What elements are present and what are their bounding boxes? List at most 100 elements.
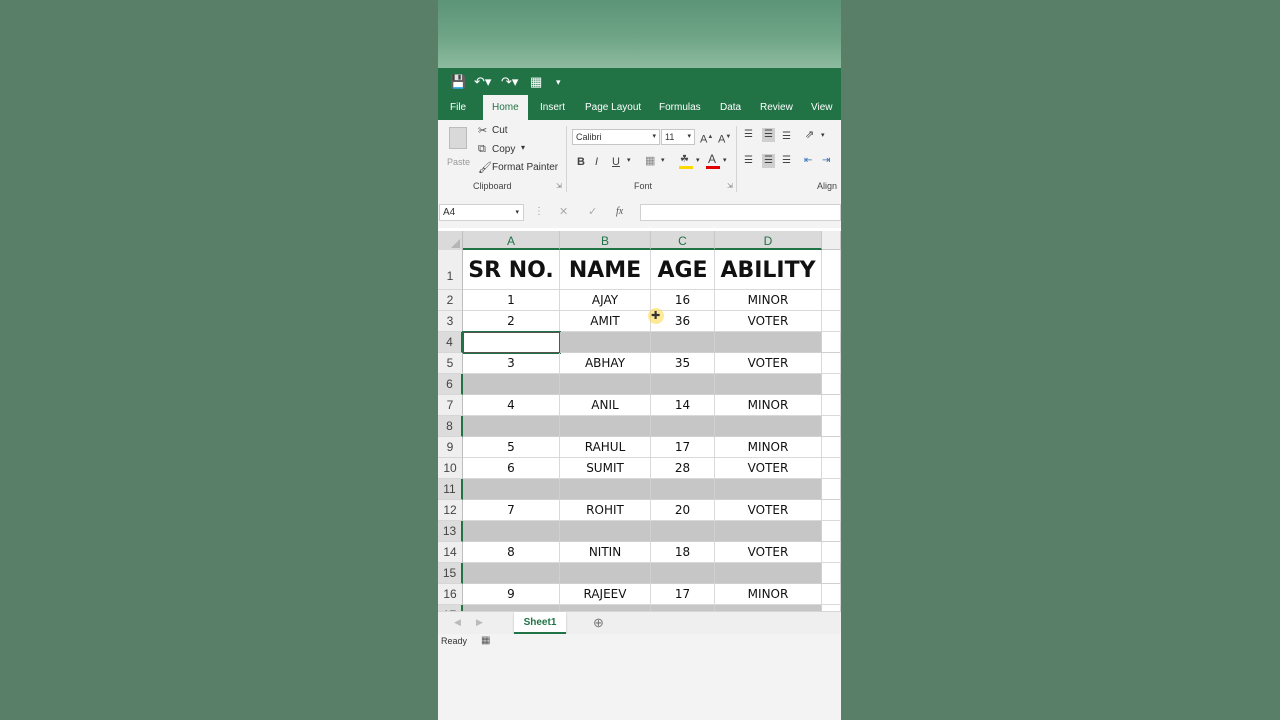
new-sheet-icon[interactable]: ⊕ <box>593 615 604 631</box>
dialog-launcher-icon[interactable]: ⇲ <box>727 182 733 190</box>
bold-button[interactable]: B <box>577 155 585 169</box>
cell-b14[interactable]: NITIN <box>560 542 651 563</box>
sheet-tab-sheet1[interactable]: Sheet1 <box>514 612 566 634</box>
cell-d11[interactable] <box>715 479 822 500</box>
row-header[interactable]: 15 <box>438 563 463 584</box>
align-left-icon[interactable]: ☰ <box>744 154 753 168</box>
row-header[interactable]: 7 <box>438 395 463 416</box>
cell-d2[interactable]: MINOR <box>715 290 822 311</box>
cell-c9[interactable]: 17 <box>651 437 715 458</box>
cell-b4[interactable] <box>560 332 651 353</box>
cell-a5[interactable]: 3 <box>463 353 560 374</box>
cell-b16[interactable]: RAJEEV <box>560 584 651 605</box>
align-right-icon[interactable]: ☰ <box>782 154 791 168</box>
cell-e3[interactable] <box>822 311 841 332</box>
insert-function-icon[interactable]: fx <box>616 206 623 217</box>
cell-c13[interactable] <box>651 521 715 542</box>
fill-color-icon[interactable]: ☘ <box>679 153 693 169</box>
cell-e9[interactable] <box>822 437 841 458</box>
cell-b10[interactable]: SUMIT <box>560 458 651 479</box>
column-header-c[interactable]: C <box>651 231 715 250</box>
cell-d7[interactable]: MINOR <box>715 395 822 416</box>
row-header[interactable]: 12 <box>438 500 463 521</box>
redo-icon[interactable]: ↷▾ <box>501 73 518 91</box>
cell-a15[interactable] <box>463 563 560 584</box>
cell-b1[interactable]: NAME <box>560 250 651 290</box>
cell-b5[interactable]: ABHAY <box>560 353 651 374</box>
align-middle-icon[interactable]: ☰ <box>762 128 775 142</box>
row-header[interactable]: 16 <box>438 584 463 605</box>
fill-dropdown-icon[interactable]: ▾ <box>696 156 700 164</box>
tab-file[interactable]: File <box>450 95 466 120</box>
row-header[interactable]: 9 <box>438 437 463 458</box>
column-header-a[interactable]: A <box>463 231 560 250</box>
cell-e15[interactable] <box>822 563 841 584</box>
cell-c14[interactable]: 18 <box>651 542 715 563</box>
row-header[interactable]: 6 <box>438 374 463 395</box>
row-header[interactable]: 13 <box>438 521 463 542</box>
cell-e6[interactable] <box>822 374 841 395</box>
select-all-corner[interactable] <box>438 231 463 250</box>
cell-c5[interactable]: 35 <box>651 353 715 374</box>
cell-e14[interactable] <box>822 542 841 563</box>
cell-b12[interactable]: ROHIT <box>560 500 651 521</box>
prev-sheet-icon[interactable]: ◀ <box>454 617 461 628</box>
font-size-select[interactable]: 11 ▾ <box>661 129 695 145</box>
cell-b7[interactable]: ANIL <box>560 395 651 416</box>
row-header[interactable]: 2 <box>438 290 463 311</box>
cell-a11[interactable] <box>463 479 560 500</box>
cell-c6[interactable] <box>651 374 715 395</box>
cell-e13[interactable] <box>822 521 841 542</box>
dialog-launcher-icon[interactable]: ⇲ <box>556 182 562 190</box>
cell-b11[interactable] <box>560 479 651 500</box>
borders-dropdown-icon[interactable]: ▾ <box>661 156 665 164</box>
row-header[interactable]: 8 <box>438 416 463 437</box>
undo-icon[interactable]: ↶▾ <box>474 73 491 91</box>
cell-c7[interactable]: 14 <box>651 395 715 416</box>
underline-dropdown-icon[interactable]: ▾ <box>627 156 631 164</box>
cell-d15[interactable] <box>715 563 822 584</box>
cell-b2[interactable]: AJAY <box>560 290 651 311</box>
cell-c15[interactable] <box>651 563 715 584</box>
cell-a1[interactable]: SR NO. <box>463 250 560 290</box>
align-top-icon[interactable]: ☰ <box>744 128 753 142</box>
orientation-icon[interactable]: ⇗ <box>805 128 814 142</box>
cell-d1[interactable]: ABILITY <box>715 250 822 290</box>
cell-b15[interactable] <box>560 563 651 584</box>
cell-a7[interactable]: 4 <box>463 395 560 416</box>
cut-button[interactable]: Cut <box>492 125 508 136</box>
cell-a6[interactable] <box>463 374 560 395</box>
cell-c8[interactable] <box>651 416 715 437</box>
macro-record-icon[interactable]: ▦ <box>481 635 490 646</box>
tab-home[interactable]: Home <box>483 95 528 120</box>
format-painter-button[interactable]: Format Painter <box>492 162 558 173</box>
cell-a13[interactable] <box>463 521 560 542</box>
font-name-select[interactable]: Calibri ▾ <box>572 129 660 145</box>
cell-c4[interactable] <box>651 332 715 353</box>
cell-d5[interactable]: VOTER <box>715 353 822 374</box>
cell-c16[interactable]: 17 <box>651 584 715 605</box>
cell-d10[interactable]: VOTER <box>715 458 822 479</box>
cell-b13[interactable] <box>560 521 651 542</box>
tab-review[interactable]: Review <box>760 95 793 120</box>
row-header[interactable]: 11 <box>438 479 463 500</box>
cell-c10[interactable]: 28 <box>651 458 715 479</box>
save-icon[interactable]: 💾 <box>450 73 466 91</box>
cell-b9[interactable]: RAHUL <box>560 437 651 458</box>
cell-b3[interactable]: AMIT <box>560 311 651 332</box>
cell-d12[interactable]: VOTER <box>715 500 822 521</box>
cell-a9[interactable]: 5 <box>463 437 560 458</box>
cell-d9[interactable]: MINOR <box>715 437 822 458</box>
decrease-indent-icon[interactable]: ⇤ <box>804 154 812 168</box>
name-box[interactable]: A4 ▾ <box>439 204 524 221</box>
cell-d13[interactable] <box>715 521 822 542</box>
align-center-icon[interactable]: ☰ <box>762 154 775 168</box>
cell-a2[interactable]: 1 <box>463 290 560 311</box>
cell-a12[interactable]: 7 <box>463 500 560 521</box>
copy-button[interactable]: Copy <box>492 144 515 155</box>
cell-e16[interactable] <box>822 584 841 605</box>
orientation-dropdown-icon[interactable]: ▾ <box>821 131 825 139</box>
copy-dropdown-icon[interactable]: ▾ <box>521 143 525 152</box>
customize-icon[interactable]: ▾ <box>556 73 561 91</box>
cell-a16[interactable]: 9 <box>463 584 560 605</box>
